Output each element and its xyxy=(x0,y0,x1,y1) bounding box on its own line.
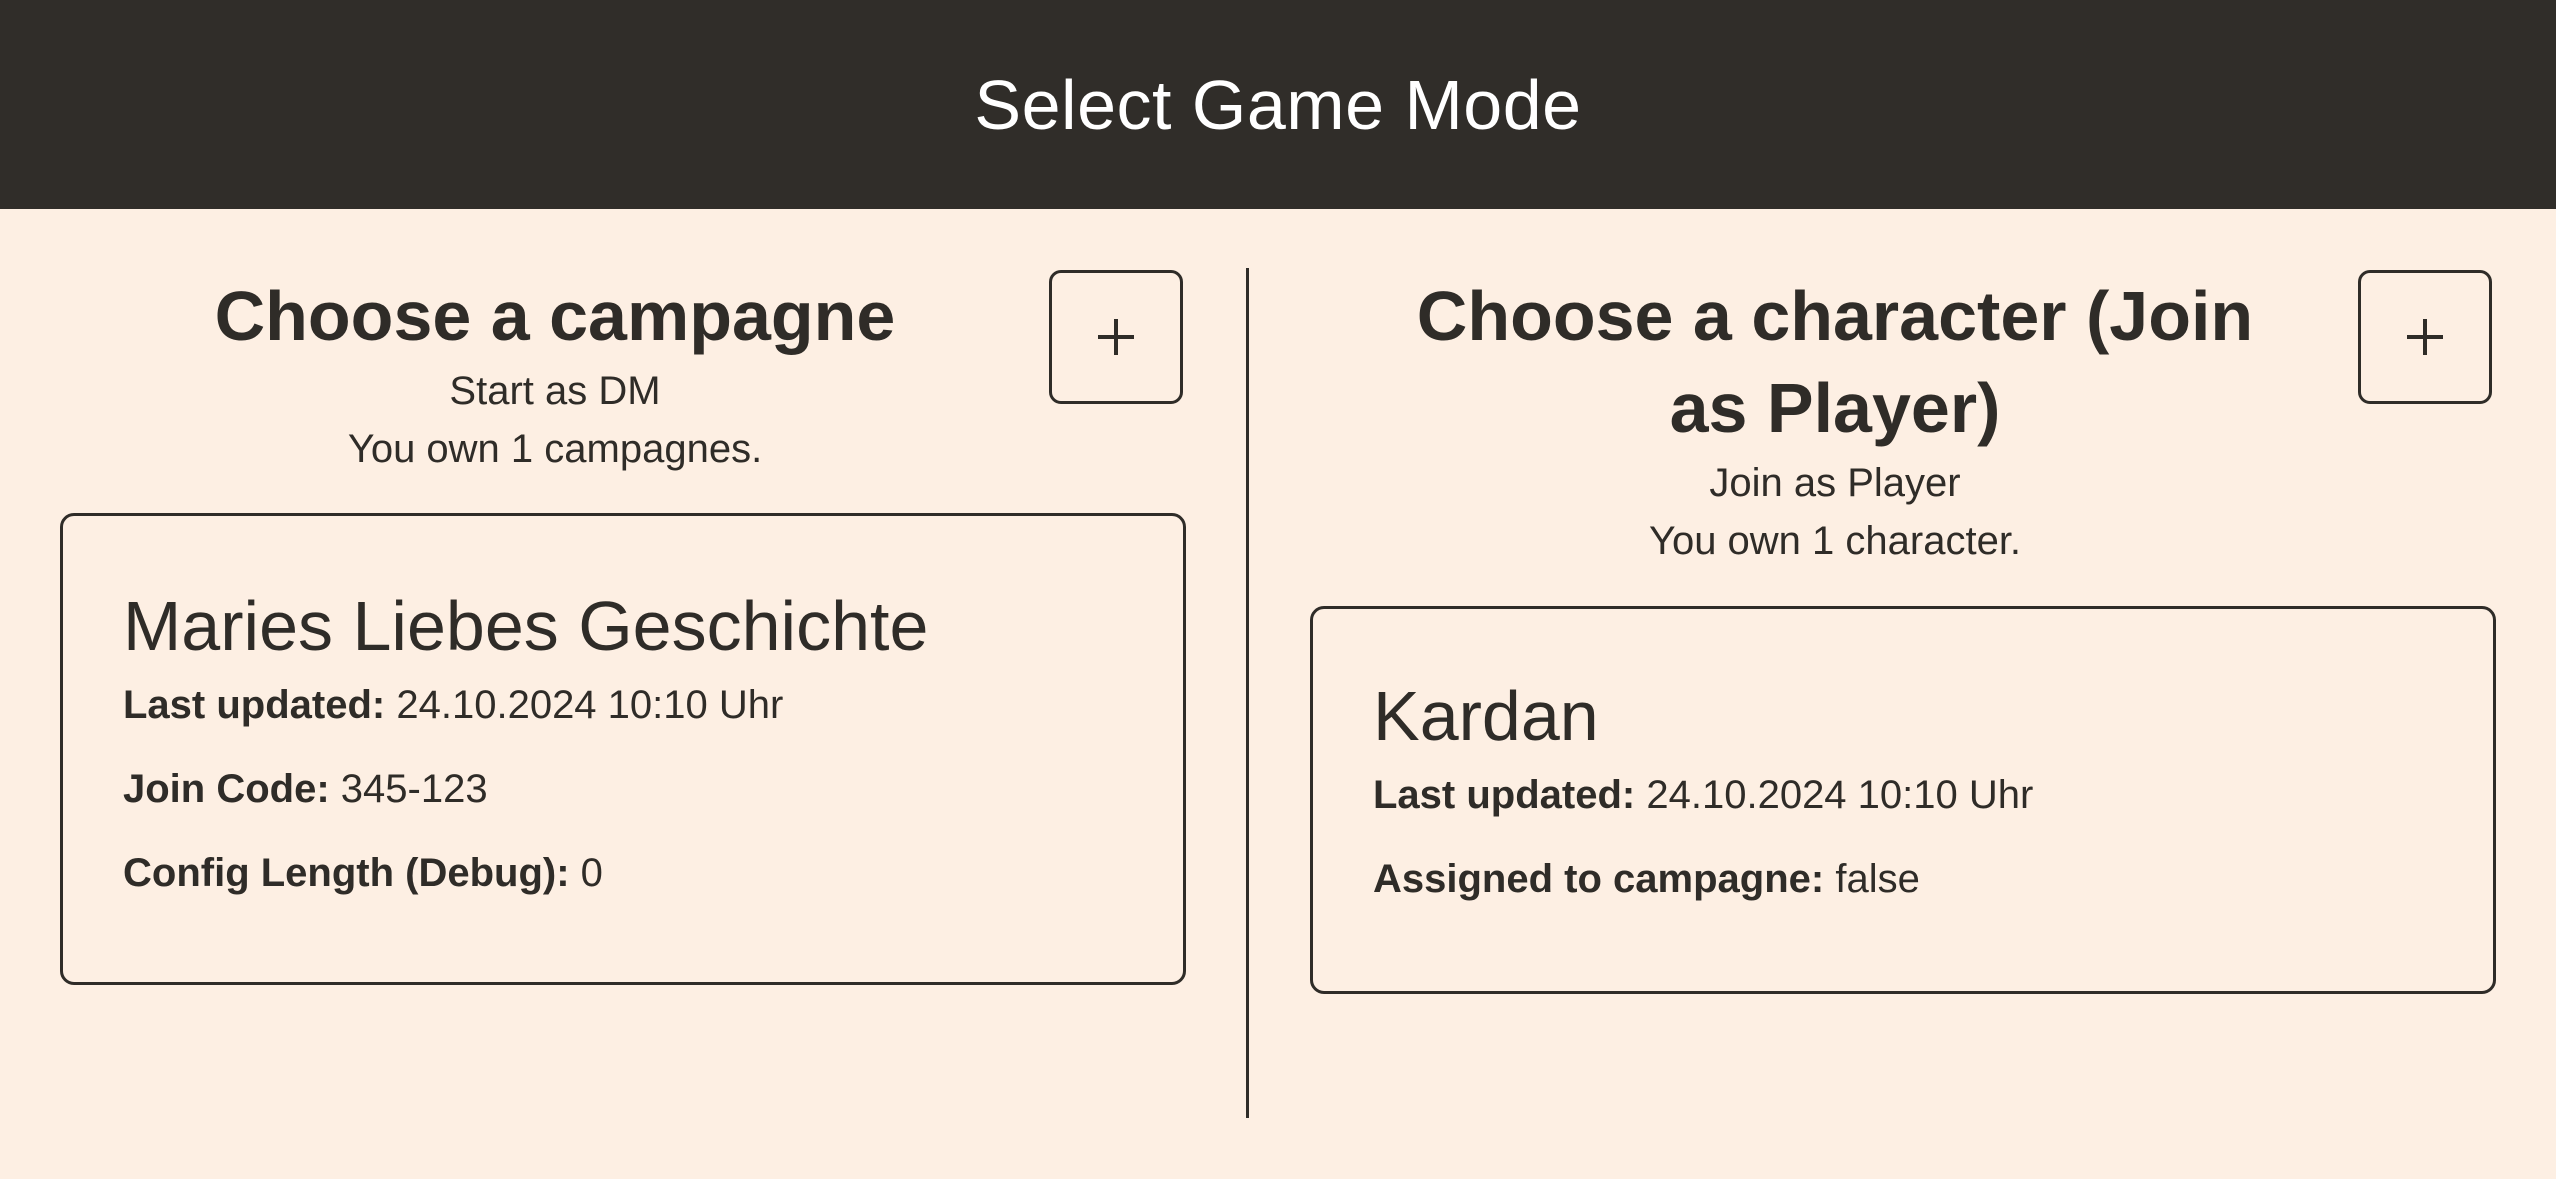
config-length-value: 0 xyxy=(580,851,603,895)
join-code-label: Join Code: xyxy=(123,767,330,811)
character-card[interactable]: Kardan Last updated: 24.10.2024 10:10 Uh… xyxy=(1310,606,2496,994)
campaign-header: Choose a campagne Start as DM You own 1 … xyxy=(60,270,1050,478)
header-bar: Select Game Mode xyxy=(0,0,2556,209)
last-updated-value: 24.10.2024 10:10 Uhr xyxy=(1646,773,2034,817)
plus-icon xyxy=(1096,317,1136,357)
campaign-subtitle: Start as DM xyxy=(449,369,661,413)
add-character-button[interactable] xyxy=(2358,270,2492,404)
join-code-value: 345-123 xyxy=(340,767,488,811)
add-campaign-button[interactable] xyxy=(1049,270,1183,404)
character-last-updated: Last updated: 24.10.2024 10:10 Uhr xyxy=(1373,770,2493,820)
campaign-config-length: Config Length (Debug): 0 xyxy=(123,848,1183,898)
character-subtitle: Join as Player xyxy=(1709,461,1961,505)
last-updated-label: Last updated: xyxy=(123,683,386,727)
column-divider xyxy=(1246,268,1249,1118)
last-updated-value: 24.10.2024 10:10 Uhr xyxy=(396,683,784,727)
last-updated-label: Last updated: xyxy=(1373,773,1636,817)
assigned-value: false xyxy=(1835,857,1920,901)
plus-icon xyxy=(2405,317,2445,357)
config-length-label: Config Length (Debug): xyxy=(123,851,570,895)
campaign-name: Maries Liebes Geschichte xyxy=(123,587,929,665)
page-title: Select Game Mode xyxy=(974,65,1582,144)
character-heading: Choose a character (Join as Player) xyxy=(1416,277,2254,447)
campaign-heading: Choose a campagne xyxy=(214,277,896,355)
campaign-count: You own 1 campagnes. xyxy=(347,427,763,471)
character-assigned: Assigned to campagne: false xyxy=(1373,854,2493,904)
character-header: Choose a character (Join as Player) Join… xyxy=(1340,270,2330,570)
assigned-label: Assigned to campagne: xyxy=(1373,857,1825,901)
character-count: You own 1 character. xyxy=(1648,519,2022,563)
character-name: Kardan xyxy=(1373,677,1599,755)
campaign-join-code: Join Code: 345-123 xyxy=(123,764,1183,814)
campaign-card[interactable]: Maries Liebes Geschichte Last updated: 2… xyxy=(60,513,1186,985)
campaign-last-updated: Last updated: 24.10.2024 10:10 Uhr xyxy=(123,680,1183,730)
